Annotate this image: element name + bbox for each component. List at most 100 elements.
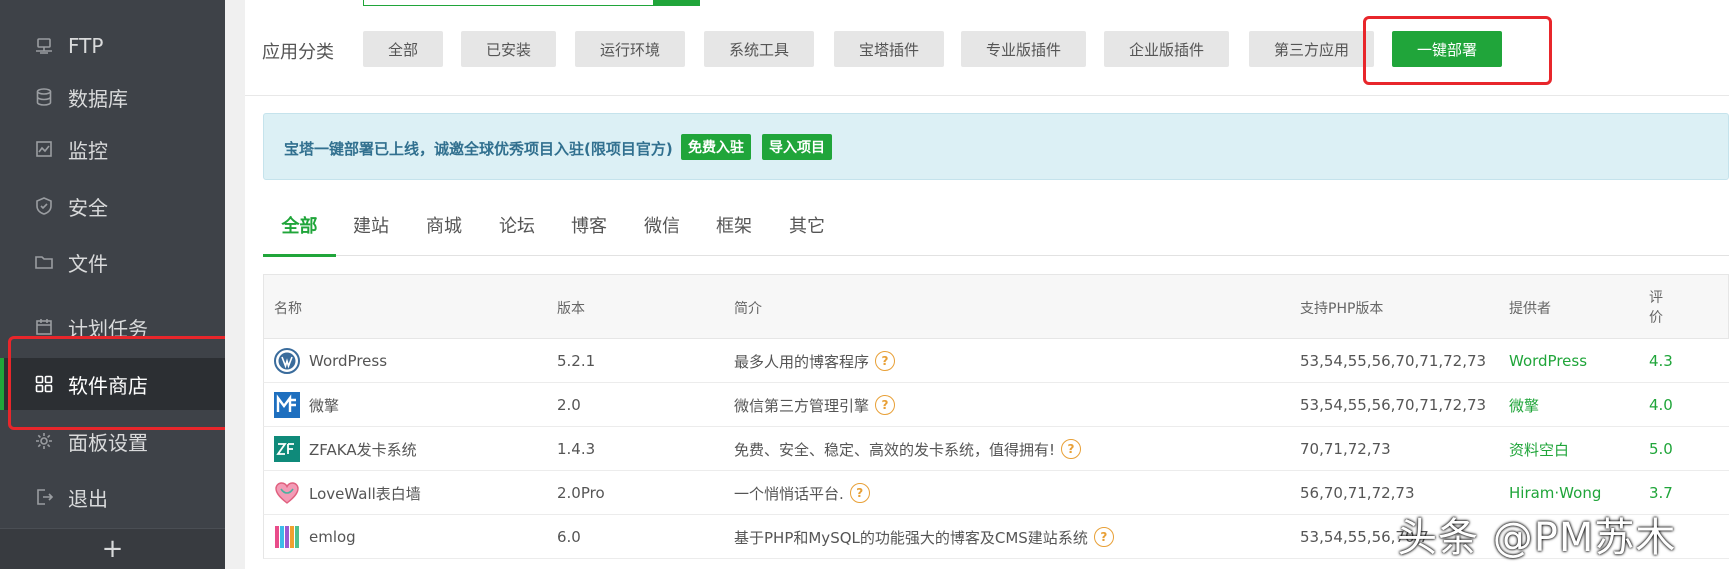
row-description: 最多人用的博客程序?	[734, 339, 896, 383]
row-version: 1.4.3	[557, 440, 596, 458]
help-icon[interactable]: ?	[849, 483, 870, 503]
row-version: 5.2.1	[557, 352, 596, 370]
sidebar-item-label: 计划任务	[68, 316, 148, 341]
table-header: 名称 版本 简介 支持PHP版本 提供者 评 价	[263, 274, 1729, 339]
logout-icon	[34, 487, 54, 507]
tab-website[interactable]: 建站	[353, 212, 389, 256]
sidebar-item-cron[interactable]: 计划任务	[0, 301, 225, 353]
row-version: 6.0	[557, 528, 581, 546]
sidebar-item-label: 文件	[68, 251, 108, 276]
sidebar-item-label: 数据库	[68, 86, 128, 111]
sidebar-item-security[interactable]: 安全	[0, 180, 225, 232]
emlog-icon	[275, 526, 299, 548]
tab-label: 全部	[281, 216, 318, 237]
row-rating: 4.3	[1649, 352, 1673, 370]
row-description: 微信第三方管理引擎?	[734, 383, 896, 427]
category-label: 应用分类	[262, 42, 334, 63]
category-row: 应用分类 全部 已安装 运行环境 系统工具 宝塔插件 专业版插件 企业版插件 第…	[245, 0, 1729, 96]
header-rating: 评 价	[1649, 275, 1663, 340]
row-php: 70,71,72,73	[1300, 440, 1391, 458]
tab-other[interactable]: 其它	[789, 212, 825, 256]
app-name: LoveWall表白墙	[309, 484, 421, 503]
sidebar-item-monitor[interactable]: 监控	[0, 123, 225, 175]
row-version: 2.0Pro	[557, 484, 605, 502]
import-project-button[interactable]: 导入项目	[762, 134, 832, 160]
help-icon[interactable]: ?	[1093, 527, 1114, 547]
tab-all[interactable]: 全部	[263, 212, 336, 257]
help-icon[interactable]: ?	[875, 351, 896, 371]
tab-framework[interactable]: 框架	[716, 212, 752, 256]
row-rating: 5.0	[1649, 440, 1673, 458]
table-row: WordPress 5.2.1 最多人用的博客程序? 53,54,55,56,7…	[263, 339, 1729, 383]
main-content: 应用分类 全部 已安装 运行环境 系统工具 宝塔插件 专业版插件 企业版插件 第…	[245, 0, 1729, 569]
category-all-button[interactable]: 全部	[363, 31, 443, 67]
tab-blog[interactable]: 博客	[571, 212, 607, 256]
tab-mall[interactable]: 商城	[426, 212, 462, 256]
row-php: 53,54,55,56,70,71,72,73	[1300, 352, 1487, 370]
sidebar-item-logout[interactable]: 退出	[0, 471, 225, 523]
sidebar-item-panel-settings[interactable]: 面板设置	[0, 415, 225, 467]
sidebar-item-files[interactable]: 文件	[0, 236, 225, 288]
gutter	[225, 0, 245, 569]
row-name[interactable]: ZFAKA发卡系统	[274, 427, 417, 471]
sidebar-item-label: FTP	[68, 34, 104, 58]
row-name[interactable]: 微擎	[274, 383, 339, 427]
row-name[interactable]: emlog	[274, 515, 356, 559]
sidebar-item-label: 安全	[68, 195, 108, 220]
tab-forum[interactable]: 论坛	[499, 212, 535, 256]
folder-icon	[34, 252, 54, 272]
grid-icon	[34, 374, 54, 394]
sidebar: FTP 数据库 监控 安全 文件 计划任务 软件商店 面板设置 退出 +	[0, 0, 225, 569]
app-name: ZFAKA发卡系统	[309, 440, 417, 459]
sidebar-item-ftp[interactable]: FTP	[0, 20, 225, 72]
category-one-click-deploy-button[interactable]: 一键部署	[1392, 31, 1502, 67]
sidebar-add-button[interactable]: +	[0, 528, 225, 569]
desc-text: 最多人用的博客程序	[734, 352, 870, 371]
category-installed-button[interactable]: 已安装	[461, 31, 556, 67]
sidebar-item-software-store[interactable]: 软件商店	[0, 358, 225, 410]
row-name[interactable]: WordPress	[274, 339, 387, 383]
tab-wechat[interactable]: 微信	[644, 212, 680, 256]
header-php-version: 支持PHP版本	[1300, 300, 1384, 317]
notice-banner: 宝塔一键部署已上线，诚邀全球优秀项目入驻(限项目官方) 免费入驻 导入项目	[263, 113, 1729, 180]
gear-icon	[34, 431, 54, 451]
zfaka-icon	[274, 436, 300, 462]
sidebar-item-label: 监控	[68, 138, 108, 163]
category-bt-plugins-button[interactable]: 宝塔插件	[834, 31, 944, 67]
row-php: 53,54,55,56,70,71,72,73	[1300, 396, 1487, 414]
row-version: 2.0	[557, 396, 581, 414]
ftp-icon	[34, 36, 54, 56]
help-icon[interactable]: ?	[875, 395, 896, 415]
row-description: 基于PHP和MySQL的功能强大的博客及CMS建站系统?	[734, 515, 1114, 559]
tab-active-indicator	[263, 254, 336, 257]
desc-text: 基于PHP和MySQL的功能强大的博客及CMS建站系统	[734, 528, 1088, 547]
category-third-party-button[interactable]: 第三方应用	[1249, 31, 1374, 67]
header-rating-line2: 价	[1649, 309, 1663, 326]
app-tabs: 全部 建站 商城 论坛 博客 微信 框架 其它	[263, 200, 1729, 257]
header-rating-line1: 评	[1649, 289, 1663, 306]
row-provider[interactable]: WordPress	[1509, 339, 1587, 383]
row-provider[interactable]: 微擎	[1509, 383, 1539, 427]
desc-text: 免费、安全、稳定、高效的发卡系统，值得拥有!	[734, 440, 1056, 459]
sidebar-item-label: 面板设置	[68, 430, 148, 455]
row-description: 一个悄悄话平台.?	[734, 471, 870, 515]
sidebar-item-label: 退出	[68, 486, 108, 511]
table-row: ZFAKA发卡系统 1.4.3 免费、安全、稳定、高效的发卡系统，值得拥有!? …	[263, 427, 1729, 471]
category-runtime-button[interactable]: 运行环境	[575, 31, 685, 67]
row-name[interactable]: LoveWall表白墙	[274, 471, 421, 515]
category-pro-plugins-button[interactable]: 专业版插件	[961, 31, 1086, 67]
wordpress-icon	[274, 348, 300, 374]
calendar-icon	[34, 317, 54, 337]
sidebar-item-database[interactable]: 数据库	[0, 71, 225, 123]
row-provider[interactable]: 资料空白	[1509, 427, 1569, 471]
app-name: emlog	[309, 528, 356, 546]
header-description: 简介	[734, 300, 762, 317]
app-name: WordPress	[309, 352, 388, 370]
category-system-tools-button[interactable]: 系统工具	[704, 31, 814, 67]
help-icon[interactable]: ?	[1061, 439, 1082, 459]
watermark: 头条 @PM苏木	[1397, 515, 1677, 561]
row-description: 免费、安全、稳定、高效的发卡系统，值得拥有!?	[734, 427, 1082, 471]
sidebar-item-label: 软件商店	[68, 373, 148, 398]
free-join-button[interactable]: 免费入驻	[681, 134, 751, 160]
category-enterprise-plugins-button[interactable]: 企业版插件	[1104, 31, 1229, 67]
